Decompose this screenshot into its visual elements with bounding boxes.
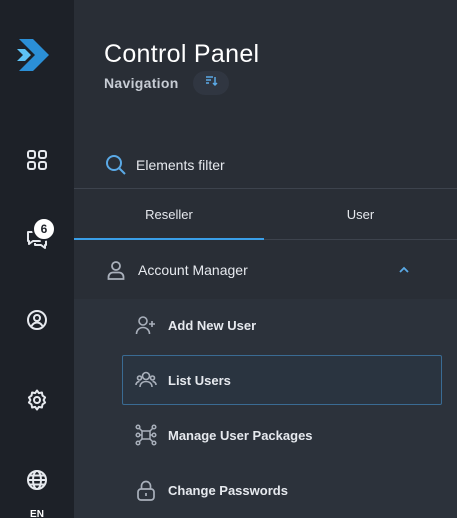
menu-item-label: Change Passwords	[168, 483, 288, 498]
tab-user[interactable]: User	[264, 190, 457, 239]
menu-item-change-passwords[interactable]: Change Passwords	[122, 465, 442, 515]
menu-item-label: Manage User Packages	[168, 428, 313, 443]
chevron-up-icon[interactable]	[396, 262, 412, 278]
tab-reseller[interactable]: Reseller	[74, 190, 264, 239]
menu-item-label: List Users	[168, 373, 231, 388]
logo-icon[interactable]	[13, 35, 53, 75]
menu-item-add-new-user[interactable]: Add New User	[122, 300, 442, 350]
add-user-icon	[135, 314, 157, 336]
search-icon	[105, 154, 127, 176]
search-input[interactable]	[136, 152, 436, 178]
section-label: Account Manager	[138, 262, 248, 278]
packages-icon	[135, 424, 157, 446]
notification-badge: 6	[32, 217, 56, 241]
sidebar-rail: 6 EN	[0, 0, 74, 518]
account-icon[interactable]	[0, 298, 74, 342]
lock-icon	[135, 479, 157, 501]
menu-item-list-users[interactable]: List Users	[122, 355, 442, 405]
section-account-manager[interactable]: Account Manager	[74, 248, 457, 292]
active-tab-indicator	[74, 238, 264, 240]
users-icon	[135, 369, 157, 391]
dashboard-icon[interactable]	[0, 138, 74, 182]
settings-icon[interactable]	[0, 378, 74, 422]
sort-button[interactable]	[193, 71, 229, 95]
menu-item-label: Add New User	[168, 318, 257, 333]
divider	[264, 239, 457, 240]
sort-icon	[204, 74, 218, 93]
divider	[74, 188, 457, 189]
menu-item-manage-user-packages[interactable]: Manage User Packages	[122, 410, 442, 460]
page-subtitle: Navigation	[104, 75, 179, 91]
page-title: Control Panel	[104, 40, 260, 68]
globe-icon[interactable]	[0, 458, 74, 502]
user-icon	[106, 260, 126, 280]
language-label[interactable]: EN	[0, 509, 74, 518]
